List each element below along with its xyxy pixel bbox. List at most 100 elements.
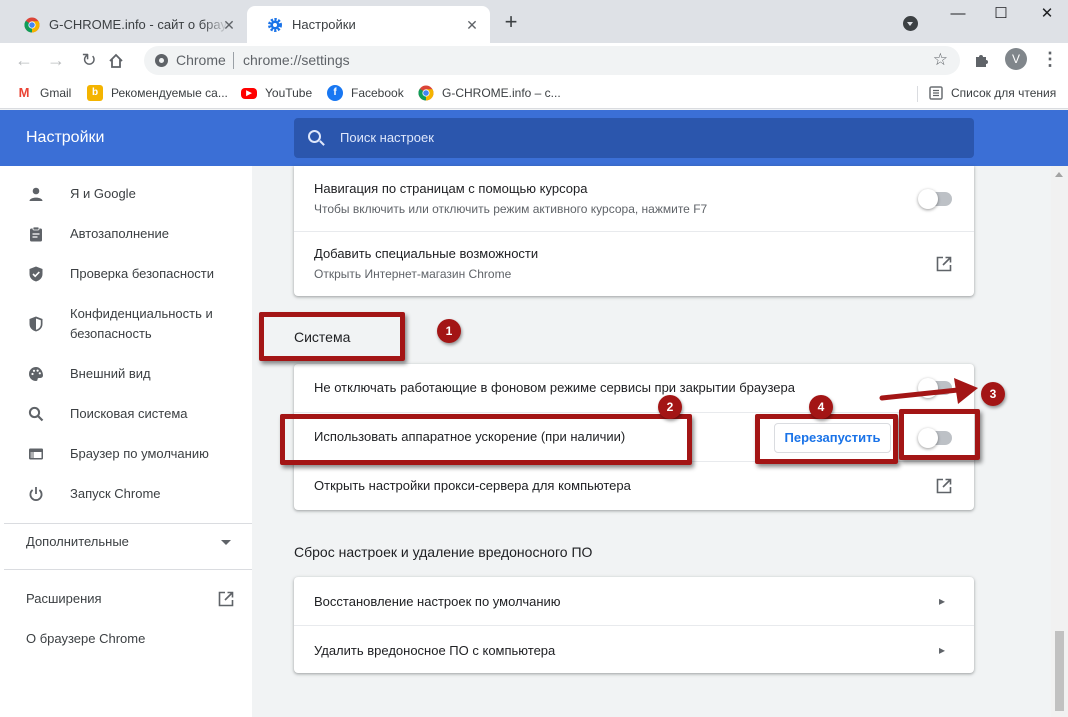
forward-arrow-icon[interactable]: → — [44, 48, 68, 72]
settings-row-caret-browsing[interactable]: Навигация по страницам с помощью курсора… — [294, 166, 974, 230]
sidebar-item-safety-check[interactable]: Проверка безопасности — [0, 264, 252, 284]
sidebar-about-chrome[interactable]: О браузере Chrome — [26, 631, 145, 646]
palette-icon — [29, 367, 43, 381]
row-title: Удалить вредоносное ПО с компьютера — [314, 643, 556, 658]
facebook-icon: f — [327, 85, 343, 101]
sidebar-item-label: Автозаполнение — [70, 226, 170, 241]
page-title: Настройки — [26, 129, 105, 146]
accessibility-card: Навигация по страницам с помощью курсора… — [294, 166, 974, 296]
scrollbar-thumb[interactable] — [1055, 631, 1064, 711]
settings-header: Настройки Поиск настроек — [0, 110, 1068, 166]
external-link-icon[interactable] — [935, 477, 953, 495]
highlight-relaunch-button — [755, 414, 898, 464]
scroll-up-arrow-icon[interactable] — [1055, 172, 1063, 177]
url-text[interactable]: chrome://settings — [243, 52, 350, 68]
bookmark-recommended[interactable]: b Рекомендуемые са... — [87, 83, 228, 103]
tab-title: G-CHROME.info - сайт о браузере Google C… — [49, 17, 229, 32]
sidebar-item-label: Я и Google — [70, 186, 136, 201]
sidebar-item-on-startup[interactable]: Запуск Chrome — [0, 484, 252, 504]
bookmarks-bar: M Gmail b Рекомендуемые са... ▶ YouTube … — [0, 77, 1068, 109]
sidebar-item-label: Конфиденциальность и безопасность — [70, 306, 213, 341]
sidebar-item-search-engine[interactable]: Поисковая система — [0, 404, 252, 424]
bookmark-gmail[interactable]: M Gmail — [16, 83, 71, 103]
shield-half-icon — [29, 316, 43, 332]
site-chip: Chrome — [176, 52, 226, 68]
settings-search-input[interactable]: Поиск настроек — [294, 118, 974, 158]
close-window-button[interactable]: ✕ — [1033, 4, 1061, 24]
settings-row-add-accessibility[interactable]: Добавить специальные возможности Открыть… — [294, 232, 974, 296]
tab-close-icon[interactable]: ✕ — [464, 17, 480, 33]
bookmark-label: G-CHROME.info – с... — [442, 86, 561, 100]
chevron-right-icon: ▸ — [939, 594, 946, 608]
section-title-reset: Сброс настроек и удаление вредоносного П… — [294, 544, 593, 560]
row-subtitle: Чтобы включить или отключить режим актив… — [314, 202, 708, 216]
annotation-badge-1: 1 — [437, 319, 461, 343]
tab-search-icon[interactable] — [903, 16, 918, 31]
sidebar-extensions[interactable]: Расширения — [26, 591, 102, 606]
more-menu-icon[interactable]: ⋮ — [1041, 48, 1059, 70]
sidebar-item-default-browser[interactable]: Браузер по умолчанию — [0, 444, 252, 464]
reading-list-button[interactable]: Список для чтения — [929, 83, 1056, 103]
annotation-badge-2: 2 — [658, 395, 682, 419]
bookmark-g-chrome[interactable]: G-CHROME.info – с... — [418, 83, 561, 103]
row-subtitle: Открыть Интернет-магазин Chrome — [314, 267, 512, 281]
settings-row-proxy[interactable]: Открыть настройки прокси-сервера для ком… — [294, 462, 974, 510]
omnibox-separator — [233, 52, 234, 69]
row-title: Открыть настройки прокси-сервера для ком… — [314, 478, 631, 493]
highlight-toggle — [899, 409, 980, 460]
settings-row-cleanup[interactable]: Удалить вредоносное ПО с компьютера ▸ — [294, 626, 974, 673]
row-title: Добавить специальные возможности — [314, 246, 539, 261]
power-icon — [29, 487, 43, 501]
shield-check-icon — [29, 266, 43, 282]
maximize-button[interactable]: ☐ — [987, 4, 1015, 24]
home-icon[interactable] — [108, 53, 124, 69]
settings-row-restore-defaults[interactable]: Восстановление настроек по умолчанию ▸ — [294, 577, 974, 625]
sidebar-item-label: Поисковая система — [70, 406, 188, 421]
bookmarks-divider — [917, 86, 918, 102]
address-bar[interactable]: Chrome chrome://settings ☆ — [144, 46, 960, 75]
toggle-knob — [918, 189, 938, 209]
extensions-puzzle-icon[interactable] — [973, 51, 991, 69]
sidebar-advanced[interactable]: Дополнительные — [26, 534, 129, 549]
chevron-right-icon: ▸ — [939, 643, 946, 657]
sidebar-item-you-and-google[interactable]: Я и Google — [0, 184, 252, 204]
person-icon — [29, 187, 43, 201]
chevron-down-icon[interactable] — [221, 540, 231, 545]
search-icon — [308, 130, 321, 143]
profile-avatar[interactable]: V — [1005, 48, 1027, 70]
bookmark-youtube[interactable]: ▶ YouTube — [241, 83, 312, 103]
bookmark-label: Gmail — [40, 86, 72, 100]
row-title: Не отключать работающие в фоновом режиме… — [314, 380, 795, 395]
sidebar-divider — [4, 523, 252, 524]
back-arrow-icon[interactable]: ← — [12, 48, 36, 72]
tab-title: Настройки — [292, 17, 356, 32]
page-scrollbar[interactable] — [1051, 166, 1068, 717]
annotation-badge-4: 4 — [809, 395, 833, 419]
tab-g-chrome[interactable]: G-CHROME.info - сайт о браузере Google C… — [4, 6, 247, 43]
settings-row-background-apps[interactable]: Не отключать работающие в фоновом режиме… — [294, 364, 974, 412]
search-icon — [28, 406, 44, 422]
search-placeholder: Поиск настроек — [340, 130, 434, 145]
external-link-icon[interactable] — [935, 255, 953, 273]
highlight-system-heading — [259, 312, 405, 361]
new-tab-button[interactable]: + — [500, 11, 522, 33]
bookmark-label: YouTube — [265, 86, 313, 100]
bookmark-facebook[interactable]: f Facebook — [327, 83, 404, 103]
tab-close-icon[interactable]: ✕ — [221, 17, 237, 33]
sidebar-item-privacy[interactable]: Конфиденциальность и безопасность — [0, 304, 252, 344]
minimize-button[interactable]: — — [944, 4, 972, 24]
reset-card: Восстановление настроек по умолчанию ▸ У… — [294, 577, 974, 673]
sidebar-item-autofill[interactable]: Автозаполнение — [0, 224, 252, 244]
browser-window-icon — [29, 448, 43, 460]
external-link-icon[interactable] — [217, 590, 235, 608]
bookmark-label: Рекомендуемые са... — [111, 86, 228, 100]
tab-settings[interactable]: Настройки ✕ — [247, 6, 490, 43]
chrome-icon — [24, 17, 40, 32]
sidebar-item-appearance[interactable]: Внешний вид — [0, 364, 252, 384]
chrome-page-icon — [155, 54, 168, 67]
reload-icon[interactable]: ↻ — [77, 48, 101, 72]
clipboard-icon — [30, 226, 42, 242]
sidebar-divider — [4, 569, 252, 570]
caret-browsing-toggle[interactable] — [918, 189, 952, 209]
bookmark-star-icon[interactable]: ☆ — [933, 50, 948, 70]
